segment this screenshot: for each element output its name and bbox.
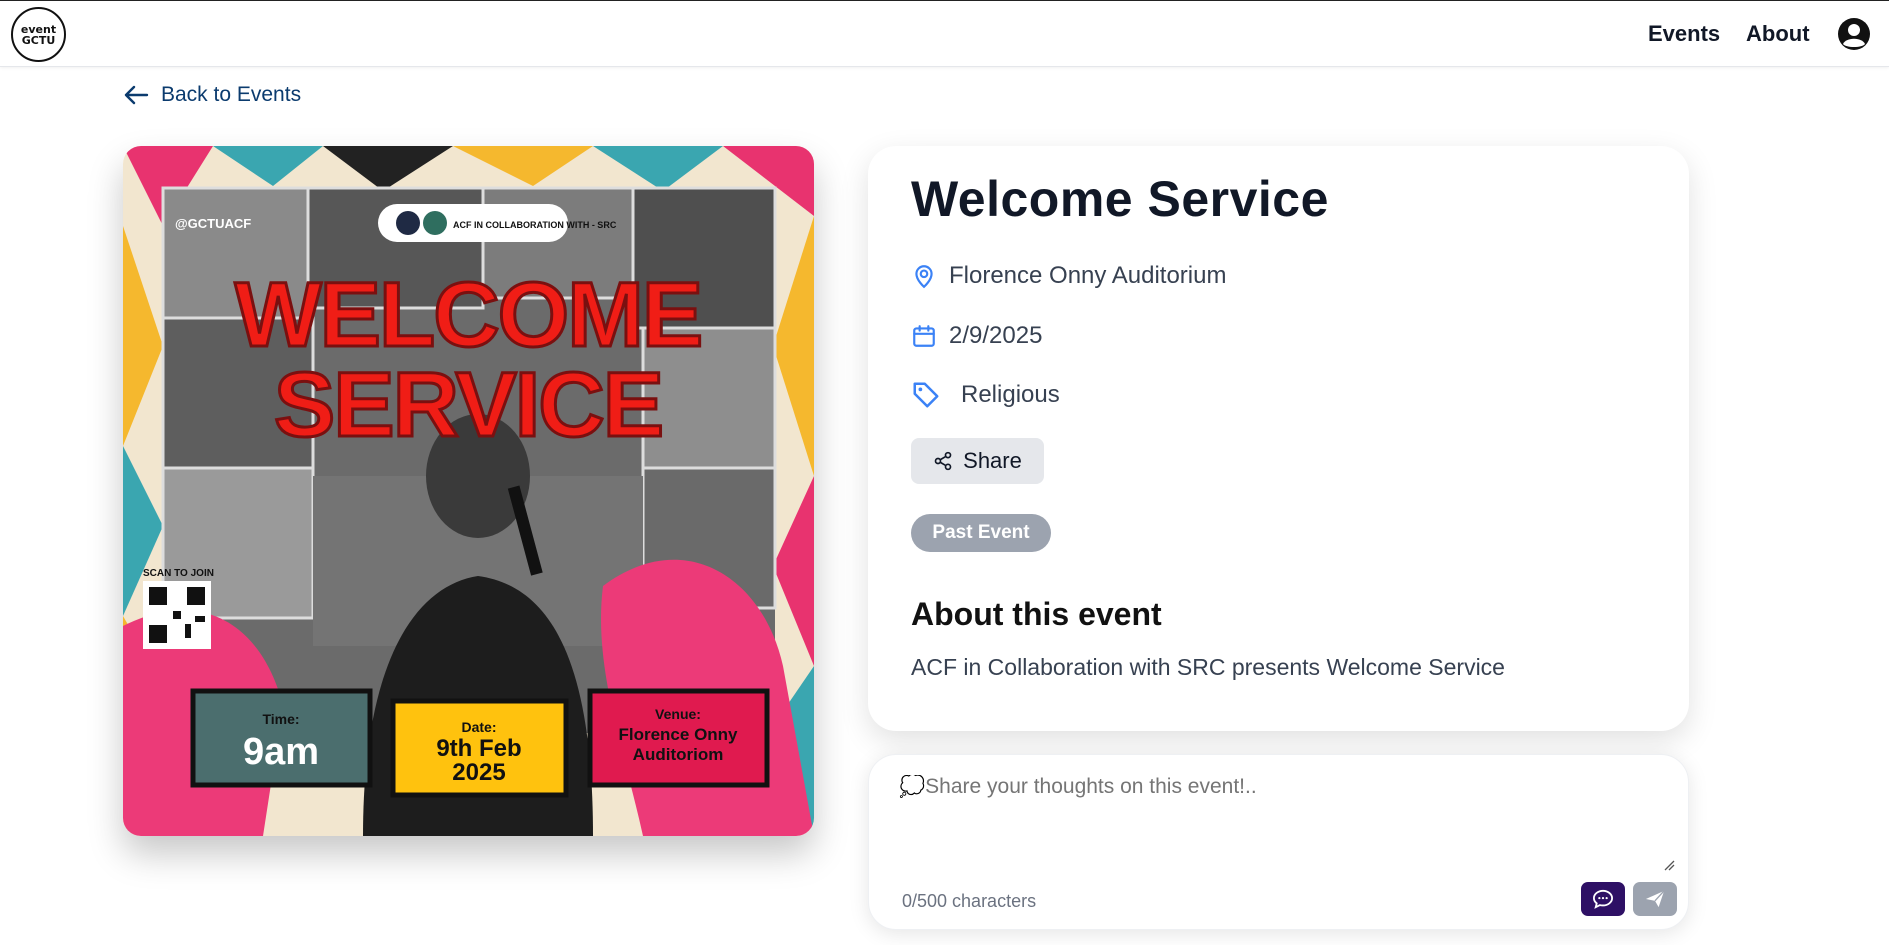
arrow-left-icon: [124, 85, 149, 105]
share-icon: [934, 451, 952, 471]
calendar-icon: [913, 325, 935, 347]
back-link-label: Back to Events: [161, 83, 302, 106]
resize-handle-icon[interactable]: [1663, 859, 1675, 871]
poster-date-value-2: 2025: [452, 759, 505, 786]
send-icon: [1645, 890, 1665, 908]
character-counter: 0/500 characters: [902, 891, 1037, 911]
event-poster-image: ACF IN COLLABORATION WITH - SRC @GCTUACF…: [123, 146, 814, 836]
chat-bubble-icon: [1592, 889, 1614, 909]
event-date: 2/9/2025: [911, 322, 1042, 350]
user-circle-icon[interactable]: [1837, 17, 1871, 51]
poster-headline-welcome: WELCOME: [235, 264, 701, 366]
chat-button[interactable]: [1581, 882, 1625, 916]
event-location-text: Florence Onny Auditorium: [949, 262, 1227, 289]
event-title: Welcome Service: [911, 171, 1329, 227]
logo-line-1: event: [20, 22, 57, 36]
share-button[interactable]: Share: [911, 438, 1044, 484]
poster-date-value-1: 9th Feb: [436, 735, 521, 762]
nav-about-link[interactable]: About: [1746, 21, 1810, 47]
status-badge: Past Event: [911, 514, 1051, 552]
map-pin-icon: [915, 265, 933, 289]
event-category-text: Religious: [961, 381, 1060, 408]
event-category: Religious: [911, 380, 1060, 410]
event-location: Florence Onny Auditorium: [911, 262, 1226, 290]
poster-social-handle: @GCTUACF: [175, 216, 251, 231]
nav-events-link[interactable]: Events: [1648, 21, 1720, 47]
poster-date-label: Date:: [461, 719, 496, 735]
comment-box: 0/500 characters: [868, 754, 1689, 930]
about-description: ACF in Collaboration with SRC presents W…: [911, 654, 1505, 680]
send-comment-button[interactable]: [1633, 882, 1677, 916]
event-date-text: 2/9/2025: [949, 322, 1043, 349]
site-logo[interactable]: event GCTU: [11, 7, 66, 62]
comment-input[interactable]: [899, 775, 1671, 871]
share-button-label: Share: [963, 448, 1022, 473]
top-navbar: event GCTU Events About: [0, 0, 1889, 67]
back-to-events-link[interactable]: Back to Events: [123, 83, 301, 107]
tag-icon: [913, 382, 939, 408]
event-details-card: Welcome Service Florence Onny Auditorium…: [868, 146, 1689, 731]
about-heading: About this event: [911, 596, 1162, 632]
poster-time-label: Time:: [262, 711, 299, 727]
poster-venue-value-1: Florence Onny: [618, 725, 738, 744]
poster-time-value: 9am: [243, 731, 319, 773]
poster-scan-label: SCAN TO JOIN: [143, 568, 214, 579]
poster-venue-value-2: Auditoriom: [633, 745, 724, 764]
poster-headline-service: SERVICE: [274, 354, 662, 456]
logo-line-2: GCTU: [21, 33, 56, 47]
poster-collab-text: ACF IN COLLABORATION WITH - SRC: [453, 220, 617, 230]
poster-venue-label: Venue:: [655, 706, 701, 722]
